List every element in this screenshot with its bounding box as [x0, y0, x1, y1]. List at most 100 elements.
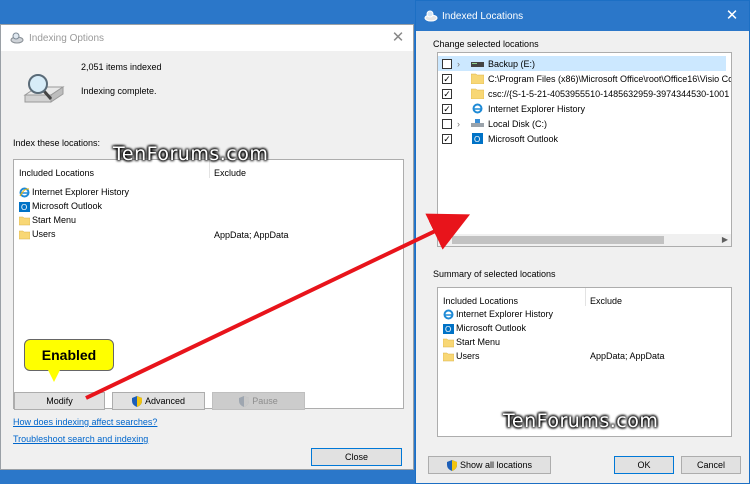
locations-list[interactable]: Included Locations Exclude Internet Expl… — [13, 159, 404, 409]
tree-item-label: C:\Program Files (x86)\Microsoft Office\… — [488, 73, 732, 84]
scroll-left-icon[interactable]: ◀ — [438, 234, 450, 246]
list-item: Start Menu — [443, 335, 500, 349]
drive-icon — [471, 119, 484, 127]
show-all-label: Show all locations — [459, 460, 533, 470]
outlook-icon: O — [472, 133, 483, 144]
modify-button[interactable]: Modify — [14, 392, 105, 410]
location-name: Start Menu — [456, 337, 501, 347]
list-item: Internet Explorer History — [443, 307, 553, 321]
tree-item[interactable]: ✓ Internet Explorer History — [438, 101, 726, 116]
included-locations-header[interactable]: Included Locations — [19, 168, 94, 178]
watermark: TenForums.com — [503, 410, 659, 432]
list-item: O Microsoft Outlook — [443, 321, 526, 335]
scroll-right-icon[interactable]: ▶ — [719, 234, 731, 246]
checkbox-checked[interactable]: ✓ — [442, 103, 452, 114]
indexing-status: Indexing complete. — [81, 86, 157, 96]
exclude-value: AppData; AppData — [590, 351, 665, 361]
advanced-button[interactable]: Advanced — [112, 392, 205, 410]
checkbox-checked[interactable]: ✓ — [442, 73, 452, 84]
list-item: O Microsoft Outlook — [19, 199, 102, 213]
column-divider[interactable] — [585, 288, 586, 306]
tree-item[interactable]: › Local Disk (C:) — [438, 116, 726, 131]
ie-icon — [472, 103, 483, 114]
index-locations-label: Index these locations: — [13, 138, 101, 148]
location-name: Microsoft Outlook — [456, 323, 527, 333]
close-icon[interactable]: ✕ — [385, 27, 411, 49]
list-item: Internet Explorer History — [19, 185, 129, 199]
indexing-app-icon — [424, 10, 438, 22]
callout-tail — [48, 370, 60, 382]
how-indexing-affects-link[interactable]: How does indexing affect searches? — [13, 417, 157, 427]
list-item: Start Menu — [19, 213, 76, 227]
exclude-value: AppData; AppData — [214, 230, 289, 240]
enabled-callout: Enabled — [24, 339, 114, 371]
tree-item-label: Microsoft Outlook — [488, 133, 559, 144]
cancel-label: Cancel — [696, 460, 725, 470]
shield-icon — [131, 395, 142, 407]
title-bar[interactable]: Indexing Options ✕ — [1, 25, 413, 51]
folder-icon — [471, 73, 484, 84]
tree-item-label: Local Disk (C:) — [488, 118, 548, 129]
list-item: Users — [19, 227, 56, 241]
svg-text:O: O — [21, 203, 27, 212]
shield-icon — [239, 395, 250, 407]
show-all-locations-button[interactable]: Show all locations — [428, 456, 551, 474]
tree-item-label: Backup (E:) — [488, 58, 536, 69]
close-button[interactable]: Close — [311, 448, 402, 466]
window-title: Indexed Locations — [442, 11, 524, 22]
location-name: Internet Explorer History — [32, 187, 130, 197]
tree-item[interactable]: ✓ csc://{S-1-5-21-4053955510-1485632959-… — [438, 86, 729, 101]
watermark: TenForums.com — [113, 143, 269, 165]
tree-item-label: Internet Explorer History — [488, 103, 586, 114]
chevron-right-icon[interactable]: › — [457, 59, 460, 69]
summary-label: Summary of selected locations — [433, 269, 556, 279]
drive-icon — [471, 62, 484, 67]
window-title: Indexing Options — [29, 33, 105, 44]
horizontal-scrollbar[interactable]: ◀ ▶ — [438, 234, 731, 246]
tree-item[interactable]: › Backup (E:) — [438, 56, 726, 71]
tree-item[interactable]: ✓ O Microsoft Outlook — [438, 131, 726, 146]
pause-button[interactable]: Pause — [212, 392, 305, 410]
location-name: Microsoft Outlook — [32, 201, 103, 211]
items-indexed-count: 2,051 items indexed — [81, 62, 162, 72]
checkbox[interactable] — [442, 58, 452, 69]
checkbox[interactable] — [442, 118, 452, 129]
indexing-options-window: Indexing Options ✕ 2,051 items indexed I… — [0, 24, 414, 470]
cancel-button[interactable]: Cancel — [681, 456, 741, 474]
folder-icon — [443, 338, 454, 347]
locations-tree[interactable]: › Backup (E:) ✓ C:\Program Files (x86)\M… — [437, 52, 732, 247]
svg-text:O: O — [474, 135, 480, 144]
close-label: Close — [344, 452, 368, 462]
svg-text:O: O — [445, 325, 451, 334]
location-name: Internet Explorer History — [456, 309, 554, 319]
ok-button[interactable]: OK — [614, 456, 674, 474]
pause-label: Pause — [252, 396, 278, 406]
location-name: Users — [456, 351, 480, 361]
included-locations-header[interactable]: Included Locations — [443, 296, 518, 306]
shield-icon — [446, 459, 457, 471]
change-locations-label: Change selected locations — [433, 39, 539, 49]
close-icon[interactable]: ✕ — [719, 5, 745, 27]
chevron-right-icon[interactable]: › — [457, 119, 460, 129]
location-name: Users — [32, 229, 56, 239]
tree-item[interactable]: ✓ C:\Program Files (x86)\Microsoft Offic… — [438, 71, 731, 86]
advanced-label: Advanced — [144, 396, 186, 406]
title-bar[interactable]: Indexed Locations ✕ — [416, 1, 749, 31]
ie-icon — [443, 309, 454, 319]
list-item: Users — [443, 349, 480, 363]
scroll-thumb[interactable] — [452, 236, 664, 244]
folder-icon — [19, 216, 30, 225]
magnifier-drive-icon — [23, 74, 65, 103]
troubleshoot-link[interactable]: Troubleshoot search and indexing — [13, 434, 148, 444]
checkbox-checked[interactable]: ✓ — [442, 133, 452, 144]
checkbox-checked[interactable]: ✓ — [442, 88, 452, 99]
location-name: Start Menu — [32, 215, 77, 225]
outlook-icon: O — [19, 201, 30, 212]
folder-icon — [471, 88, 484, 99]
exclude-header[interactable]: Exclude — [214, 168, 246, 178]
indexing-app-icon — [10, 32, 24, 44]
modify-label: Modify — [46, 396, 73, 406]
ok-label: OK — [637, 460, 651, 470]
exclude-header[interactable]: Exclude — [590, 296, 622, 306]
ie-icon — [19, 187, 30, 197]
